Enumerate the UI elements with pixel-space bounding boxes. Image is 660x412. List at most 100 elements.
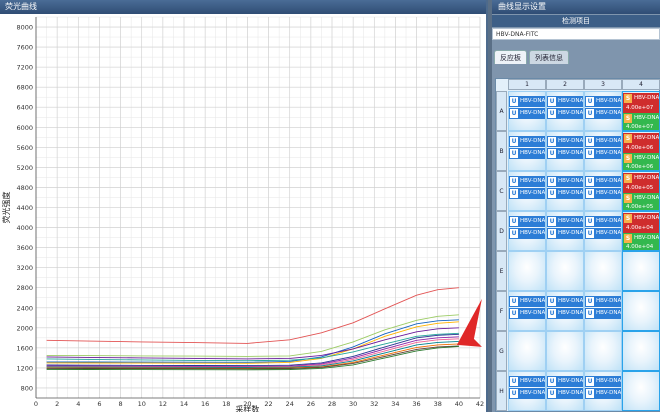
plate-well-D2[interactable]: U HBV-DNA U HBV-DNA [546,211,584,251]
x-tick-label: 24 [286,400,294,408]
sample-type-badge: U [548,149,556,158]
sample-type-badge: U [548,309,556,318]
plate-well-A1[interactable]: U HBV-DNA U HBV-DNA [508,91,546,131]
plate-well-A3[interactable]: U HBV-DNA U HBV-DNA [584,91,622,131]
row-header-E[interactable]: E [496,251,507,291]
plate-well-E3[interactable] [584,251,622,291]
standard-concentration: 4.00e+06 [623,144,659,153]
well-tag: U HBV-DNA [509,136,545,147]
sample-type-badge: U [586,149,594,158]
sample-type-badge: U [510,109,518,118]
x-tick-label: 38 [434,400,442,408]
y-tick-label: 6800 [16,84,33,92]
plate-well-F1[interactable]: U HBV-DNA U HBV-DNA [508,291,546,331]
sample-type-badge: U [548,177,556,186]
tab-reaction-plate[interactable]: 反应板 [494,50,527,64]
y-tick-labels: 800 1200 1600 2000 2400 2800 3200 3600 4000 4400 4… [16,24,33,393]
x-tick-label: 6 [97,400,101,408]
sample-type-badge: S [624,214,632,223]
plate-well-E2[interactable] [546,251,584,291]
y-tick-label: 1600 [16,344,33,352]
row-header-B[interactable]: B [496,131,507,171]
sample-type-badge: U [586,109,594,118]
plate-well-C1[interactable]: U HBV-DNA U HBV-DNA [508,171,546,211]
detection-item-row[interactable]: HBV-DNA-FITC [492,28,660,40]
well-tag: U HBV-DNA [509,376,545,387]
x-tick-label: 28 [328,400,336,408]
plate-well-G4[interactable] [622,331,660,371]
well-tag: U HBV-DNA [547,308,583,319]
sample-type-badge: U [586,377,594,386]
column-header-4[interactable]: 4 [622,79,660,90]
row-header-C[interactable]: C [496,171,507,211]
row-header-A[interactable]: A [496,91,507,131]
plate-well-D3[interactable]: U HBV-DNA U HBV-DNA [584,211,622,251]
well-sample-label: HBV-DNA [634,195,659,201]
row-header-G[interactable]: G [496,331,507,371]
plate-well-E4[interactable] [622,251,660,291]
plate-well-H3[interactable]: U HBV-DNA U HBV-DNA [584,371,622,411]
well-sample-label: HBV-DNA [520,138,545,144]
well-tag: S HBV-DNA [623,93,659,104]
well-sample-label: HBV-DNA [558,178,583,184]
well-sample-label: HBV-DNA [596,390,621,396]
plate-well-C3[interactable]: U HBV-DNA U HBV-DNA [584,171,622,211]
well-sample-label: HBV-DNA [558,98,583,104]
sample-type-badge: U [548,217,556,226]
plate-well-G2[interactable] [546,331,584,371]
y-tick-label: 7200 [16,64,33,72]
plate-well-B3[interactable]: U HBV-DNA U HBV-DNA [584,131,622,171]
column-header-1[interactable]: 1 [508,79,546,90]
x-tick-label: 10 [138,400,146,408]
column-header-3[interactable]: 3 [584,79,622,90]
x-tick-label: 32 [370,400,378,408]
plate-well-D4[interactable]: S HBV-DNA 4.00e+04 S HBV-DNA 4.00e+04 [622,211,660,251]
well-tag: U HBV-DNA [509,176,545,187]
sample-type-badge: U [586,137,594,146]
plate-well-B1[interactable]: U HBV-DNA U HBV-DNA [508,131,546,171]
plate-well-B2[interactable]: U HBV-DNA U HBV-DNA [546,131,584,171]
y-tick-label: 2400 [16,304,33,312]
sample-type-badge: U [548,389,556,398]
row-header-F[interactable]: F [496,291,507,331]
plate-well-G1[interactable] [508,331,546,371]
well-tag: U HBV-DNA [509,308,545,319]
well-tag: U HBV-DNA [509,216,545,227]
plate-well-F3[interactable]: U HBV-DNA U HBV-DNA [584,291,622,331]
plate-well-F2[interactable]: U HBV-DNA U HBV-DNA [546,291,584,331]
plate-well-H4[interactable] [622,371,660,411]
plate-well-C4[interactable]: S HBV-DNA 4.00e+05 S HBV-DNA 4.00e+05 [622,171,660,211]
plate-well-A2[interactable]: U HBV-DNA U HBV-DNA [546,91,584,131]
x-tick-label: 30 [349,400,357,408]
sample-type-badge: U [510,229,518,238]
x-tick-label: 12 [159,400,167,408]
sample-type-badge: S [624,114,632,123]
standard-concentration: 4.00e+05 [623,203,659,210]
well-sample-label: HBV-DNA [520,298,545,304]
plate-well-H2[interactable]: U HBV-DNA U HBV-DNA [546,371,584,411]
sample-type-badge: S [624,194,632,203]
sample-type-badge: U [510,217,518,226]
x-tick-label: 14 [180,400,188,408]
chart-svg[interactable]: 8001200160020002400280032003600400044004… [0,14,488,412]
row-header-D[interactable]: D [496,211,507,251]
y-tick-label: 4800 [16,184,33,192]
plate-well-D1[interactable]: U HBV-DNA U HBV-DNA [508,211,546,251]
plate-well-C2[interactable]: U HBV-DNA U HBV-DNA [546,171,584,211]
plate-well-A4[interactable]: S HBV-DNA 4.00e+07 S HBV-DNA 4.00e+07 [622,91,660,131]
y-tick-label: 5200 [16,164,33,172]
row-header-H[interactable]: H [496,371,507,411]
well-sample-label: HBV-DNA [520,378,545,384]
fluorescence-chart[interactable]: 800 1200 1600 2000 2400 2800 3200 3600 4000 4400 4… [0,14,488,412]
x-tick-label: 40 [455,400,463,408]
plate-well-H1[interactable]: U HBV-DNA U HBV-DNA [508,371,546,411]
tab-list-info[interactable]: 列表信息 [529,50,569,64]
series-line-1 [46,287,459,344]
plate-well-F4[interactable] [622,291,660,331]
column-header-2[interactable]: 2 [546,79,584,90]
plate-well-G3[interactable] [584,331,622,371]
well-tag: U HBV-DNA [547,228,583,239]
plate-well-E1[interactable] [508,251,546,291]
plate-well-B4[interactable]: S HBV-DNA 4.00e+06 S HBV-DNA 4.00e+06 [622,131,660,171]
well-tag: U HBV-DNA [585,388,621,399]
